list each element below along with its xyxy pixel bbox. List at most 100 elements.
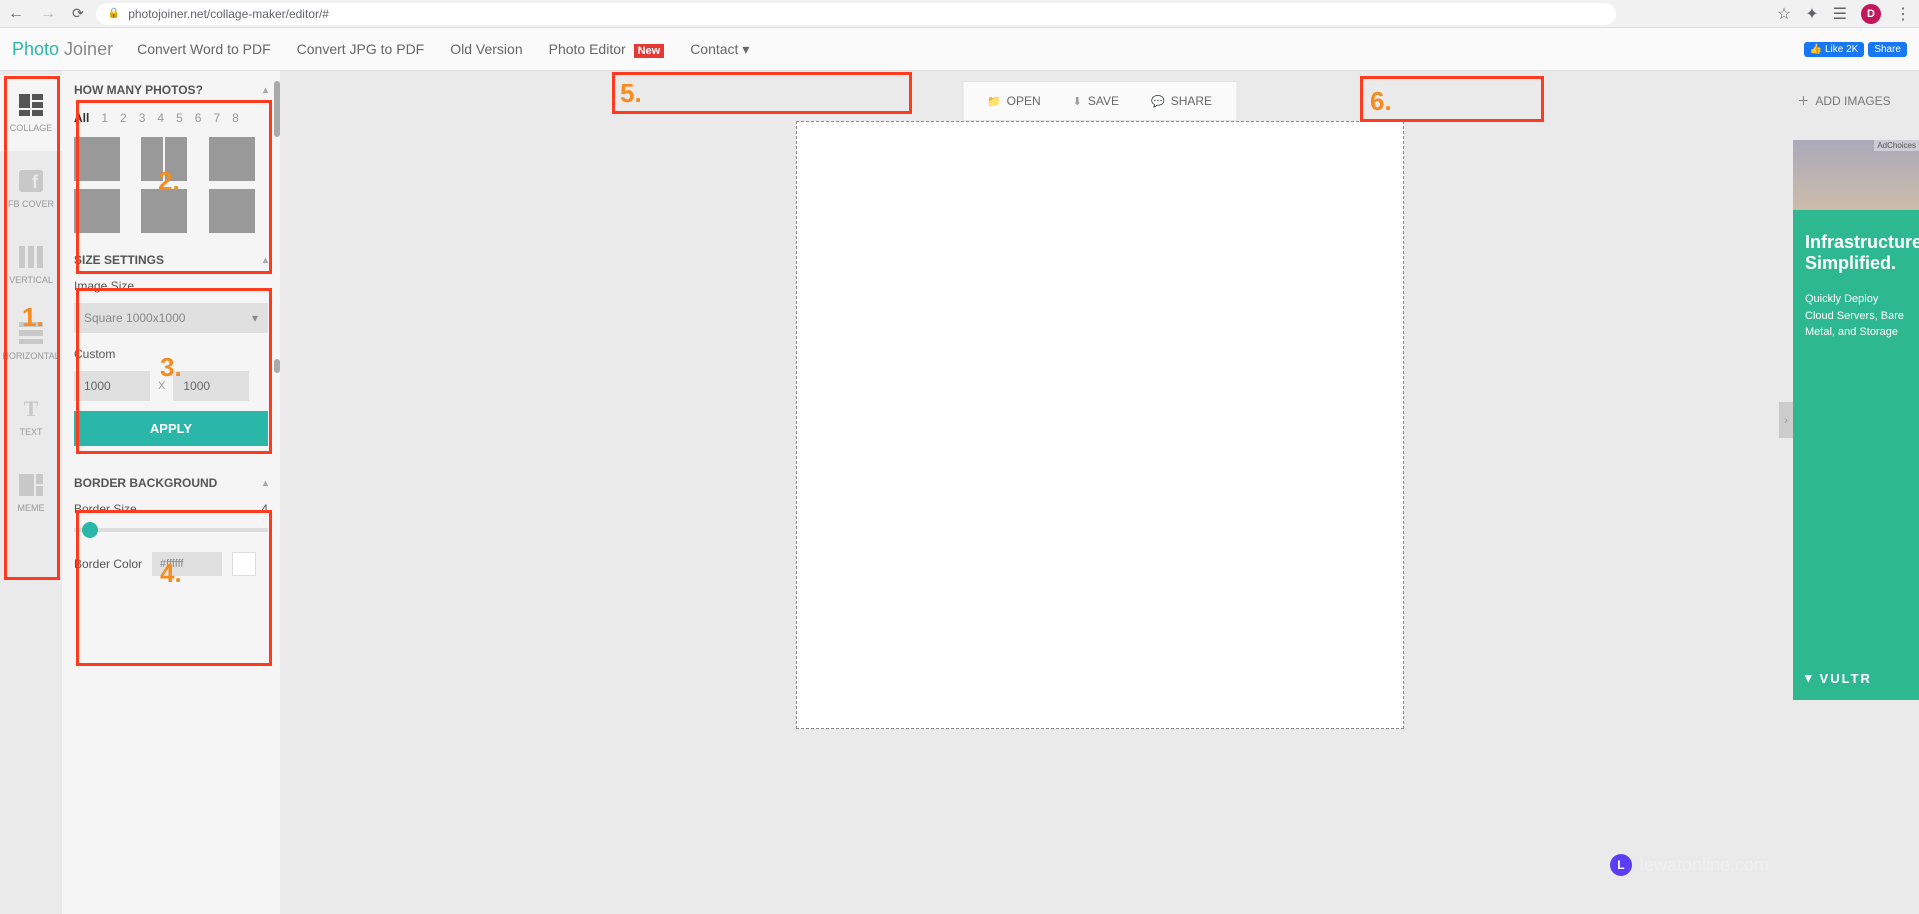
site-nav: Photo Joiner Convert Word to PDF Convert… <box>0 28 1919 71</box>
tab-5[interactable]: 5 <box>176 111 183 125</box>
save-button[interactable]: ⬇ SAVE <box>1059 88 1133 114</box>
new-badge: New <box>634 44 665 58</box>
rail-fb-cover[interactable]: FB COVER <box>0 151 62 227</box>
ad-image: AdChoices <box>1793 140 1919 210</box>
nav-jpg-pdf[interactable]: Convert JPG to PDF <box>297 41 425 57</box>
tab-3[interactable]: 3 <box>139 111 146 125</box>
image-size-label: Image Size <box>70 273 272 299</box>
tab-all[interactable]: All <box>74 111 89 125</box>
open-button[interactable]: 📁 OPEN <box>973 88 1055 114</box>
rail-meme[interactable]: MEME <box>0 455 62 531</box>
tab-6[interactable]: 6 <box>195 111 202 125</box>
share-button[interactable]: 💬 SHARE <box>1137 88 1226 114</box>
profile-avatar[interactable]: D <box>1861 4 1881 24</box>
layout-thumb-2[interactable] <box>141 137 187 181</box>
chevron-down-icon: ▾ <box>252 311 258 325</box>
star-icon[interactable]: ☆ <box>1777 4 1791 24</box>
horizontal-layout-icon <box>17 321 45 345</box>
image-size-select[interactable]: Square 1000x1000 ▾ <box>74 303 268 333</box>
add-images-button[interactable]: ＋ ADD IMAGES <box>1779 82 1909 119</box>
nav-old-version[interactable]: Old Version <box>450 41 522 57</box>
border-color-label: Border Color <box>74 557 142 571</box>
custom-label: Custom <box>70 341 272 367</box>
ad-brand-logo: ▾ VULTR <box>1805 670 1872 686</box>
chrome-menu-icon[interactable]: ⋮ <box>1895 4 1911 24</box>
fb-share-button[interactable]: Share <box>1868 42 1907 57</box>
collage-icon <box>17 93 45 117</box>
size-section-header[interactable]: SIZE SETTINGS ▴ <box>70 247 272 273</box>
vertical-layout-icon <box>17 245 45 269</box>
download-icon: ⬇ <box>1073 95 1082 108</box>
nav-contact[interactable]: Contact ▾ <box>690 41 749 58</box>
color-swatch[interactable] <box>232 552 256 576</box>
slider-thumb[interactable] <box>82 522 98 538</box>
canvas-toolbar: 📁 OPEN ⬇ SAVE 💬 SHARE <box>962 81 1237 121</box>
settings-panel: HOW MANY PHOTOS? ▴ All 1 2 3 4 5 6 7 8 <box>62 71 280 914</box>
canvas-area: 📁 OPEN ⬇ SAVE 💬 SHARE <box>280 71 1919 914</box>
ad-subtitle: Quickly Deploy Cloud Servers, Bare Metal… <box>1805 291 1907 341</box>
fb-like-button[interactable]: 👍 Like 2K <box>1804 42 1865 57</box>
chevron-down-icon: ▾ <box>742 41 749 57</box>
meme-icon <box>17 473 45 497</box>
chevron-up-icon: ▴ <box>263 85 268 96</box>
reading-list-icon[interactable]: ☰ <box>1833 4 1847 24</box>
layout-thumb-4[interactable] <box>74 189 120 233</box>
border-size-label: Border Size <box>74 502 137 516</box>
forward-button[interactable]: → <box>40 5 56 23</box>
vultr-icon: ▾ <box>1805 670 1814 686</box>
nav-photo-editor[interactable]: Photo Editor New <box>549 41 665 57</box>
chevron-up-icon: ▴ <box>263 255 268 266</box>
rail-collage[interactable]: COLLAGE <box>0 75 62 151</box>
tab-1[interactable]: 1 <box>101 111 108 125</box>
adchoices-badge[interactable]: AdChoices <box>1874 140 1919 151</box>
layout-thumb-6[interactable] <box>209 189 255 233</box>
left-rail: COLLAGE FB COVER VERTICAL HORIZONTAL T T… <box>0 71 62 914</box>
apply-button[interactable]: APPLY <box>74 411 268 446</box>
border-color-input[interactable] <box>152 552 222 576</box>
ad-title: Infrastructure Simplified. <box>1805 232 1907 273</box>
lock-icon: 🔒 <box>108 8 120 19</box>
x-label: X <box>158 380 165 392</box>
rail-horizontal[interactable]: HORIZONTAL <box>0 303 62 379</box>
photos-section-header[interactable]: HOW MANY PHOTOS? ▴ <box>70 77 272 103</box>
ad-expand-tab[interactable]: › <box>1779 402 1793 438</box>
border-size-slider[interactable] <box>74 528 268 532</box>
watermark-badge: L <box>1610 854 1632 876</box>
nav-word-pdf[interactable]: Convert Word to PDF <box>137 41 271 57</box>
site-logo[interactable]: Photo Joiner <box>12 39 113 60</box>
tab-4[interactable]: 4 <box>157 111 164 125</box>
extensions-icon[interactable]: ✦ <box>1805 4 1818 24</box>
border-section-header[interactable]: BORDER BACKGROUND ▴ <box>70 470 272 496</box>
reload-button[interactable]: ⟳ <box>72 5 84 22</box>
height-input[interactable] <box>173 371 249 401</box>
tab-7[interactable]: 7 <box>213 111 220 125</box>
layout-thumb-5[interactable] <box>141 189 187 233</box>
layout-thumb-1[interactable] <box>74 137 120 181</box>
folder-icon: 📁 <box>987 95 1001 108</box>
chevron-up-icon: ▴ <box>263 478 268 489</box>
ad-body: Infrastructure Simplified. Quickly Deplo… <box>1793 210 1919 700</box>
back-button[interactable]: ← <box>8 5 24 23</box>
collage-canvas[interactable] <box>796 121 1404 729</box>
rail-text[interactable]: T TEXT <box>0 379 62 455</box>
address-bar[interactable]: 🔒 photojoiner.net/collage-maker/editor/# <box>96 3 1616 25</box>
sidebar-ad[interactable]: AdChoices Infrastructure Simplified. Qui… <box>1793 140 1919 700</box>
tab-2[interactable]: 2 <box>120 111 127 125</box>
layout-grid <box>70 137 272 233</box>
facebook-icon <box>17 169 45 193</box>
url-text: photojoiner.net/collage-maker/editor/# <box>128 7 329 21</box>
thumb-icon: 👍 <box>1810 44 1822 55</box>
photo-count-tabs: All 1 2 3 4 5 6 7 8 <box>70 103 272 137</box>
watermark-text: lewatonline.com <box>1640 855 1769 876</box>
tab-8[interactable]: 8 <box>232 111 239 125</box>
watermark: L lewatonline.com <box>1610 854 1769 876</box>
browser-chrome: ← → ⟳ 🔒 photojoiner.net/collage-maker/ed… <box>0 0 1919 28</box>
plus-icon: ＋ <box>1797 92 1809 109</box>
rail-vertical[interactable]: VERTICAL <box>0 227 62 303</box>
share-icon: 💬 <box>1151 95 1165 108</box>
border-size-value: 4 <box>261 502 268 516</box>
layout-thumb-3[interactable] <box>209 137 255 181</box>
text-icon: T <box>17 397 45 421</box>
add-images-container: ＋ ADD IMAGES <box>1779 82 1909 119</box>
width-input[interactable] <box>74 371 150 401</box>
